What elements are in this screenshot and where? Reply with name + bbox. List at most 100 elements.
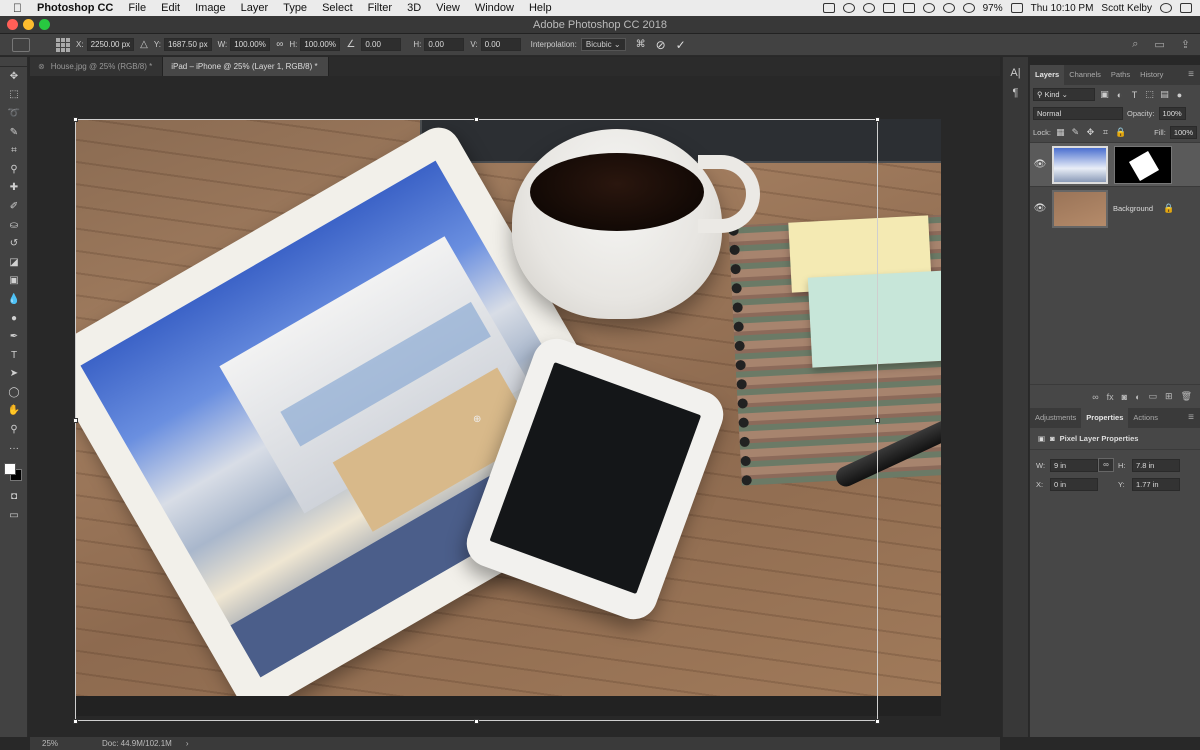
transform-handle[interactable] [73,418,78,423]
blend-mode-select[interactable]: Normal [1033,107,1123,120]
foreground-color[interactable] [4,463,16,476]
blur-tool-icon[interactable]: 💧 [0,290,28,309]
wifi-icon[interactable] [962,3,975,13]
commit-transform-icon[interactable]: ✓ [676,38,686,52]
transform-handle[interactable] [73,117,78,122]
reference-point-icon[interactable] [56,37,70,52]
brush-tool-icon[interactable]: ✐ [0,197,28,216]
battery-icon[interactable] [1010,3,1023,13]
clock[interactable]: Thu 10:10 PM [1031,3,1094,14]
layer-name[interactable]: Background [1113,204,1153,213]
gradient-tool-icon[interactable]: ▣ [0,272,28,291]
layer-row-background[interactable]: 👁 Background 🔒 [1030,186,1200,230]
filter-shape-icon[interactable]: ⬚ [1144,89,1155,100]
new-group-icon[interactable]: ▭ [1149,391,1158,402]
layer-thumbnail[interactable] [1052,189,1108,228]
battery-percent[interactable]: 97% [983,3,1003,14]
type-tool-icon[interactable]: T [0,346,28,365]
menu-app[interactable]: Photoshop CC [37,2,113,14]
apple-icon[interactable]:  [13,0,29,16]
filter-pixel-icon[interactable]: ▣ [1099,89,1110,100]
filter-type-icon[interactable]: T [1129,90,1140,100]
add-mask-icon[interactable]: ◙ [1122,392,1127,402]
opacity-field[interactable]: 100% [1158,107,1186,120]
transform-center-icon[interactable]: ⊕ [473,414,481,425]
tab-properties[interactable]: Properties [1081,408,1129,428]
screen-record-icon[interactable] [822,3,835,13]
history-brush-tool-icon[interactable]: ↺ [0,234,28,253]
status-menu-icon[interactable]: › [186,739,189,748]
zoom-tool-icon[interactable]: ⚲ [0,420,28,439]
canvas-area[interactable]: ⊕ [30,76,1000,737]
lock-all-icon[interactable]: 🔒 [1115,127,1126,138]
toolbar-grip[interactable] [0,57,27,67]
transform-handle[interactable] [73,719,78,724]
angle-field[interactable]: 0.00 [361,38,402,51]
transform-handle[interactable] [875,719,880,724]
props-y-field[interactable]: 1.77 in [1132,478,1180,491]
menu-file[interactable]: File [128,2,146,14]
link-icon[interactable]: ∞ [276,39,283,50]
adjustment-layer-icon[interactable]: ◐ [1135,392,1140,402]
layer-row-layer1[interactable]: 👁 [1030,142,1200,186]
tool-preset-icon[interactable] [12,37,30,52]
transform-handle[interactable] [474,117,479,122]
lock-transparent-icon[interactable]: ▦ [1055,127,1066,138]
visibility-eye-icon[interactable]: 👁 [1030,203,1050,214]
minimize-window-button[interactable] [23,19,34,30]
menu-help[interactable]: Help [529,2,552,14]
fx-icon[interactable]: fx [1107,392,1114,402]
layer-thumbnail[interactable] [1052,145,1108,184]
tab-channels[interactable]: Channels [1064,65,1106,85]
layer-lock-icon[interactable]: 🔒 [1163,203,1174,214]
tab-adjustments[interactable]: Adjustments [1030,408,1081,428]
tab-history[interactable]: History [1135,65,1168,85]
close-tab-icon[interactable]: ⊗ [38,62,45,71]
transform-handle[interactable] [875,418,880,423]
panel-menu-icon[interactable]: ≡ [1188,69,1194,80]
tab-ipad-iphone[interactable]: iPad – iPhone @ 25% (Layer 1, RGB/8) * [163,57,329,76]
width-field[interactable]: 100.00% [230,38,271,51]
lasso-tool-icon[interactable]: ➰ [0,104,28,123]
spotlight-icon[interactable] [1160,3,1172,13]
character-panel-icon[interactable]: A| [1003,63,1028,83]
menu-view[interactable]: View [436,2,460,14]
fill-field[interactable]: 100% [1169,126,1197,139]
h-skew-field[interactable]: 0.00 [424,38,465,51]
screen-mode-icon[interactable]: ▭ [0,506,28,525]
quick-select-tool-icon[interactable]: ✎ [0,123,28,142]
zoom-level[interactable]: 25% [42,739,92,748]
tab-paths[interactable]: Paths [1106,65,1135,85]
menu-select[interactable]: Select [322,2,353,14]
eyedropper-tool-icon[interactable]: ⚲ [0,160,28,179]
move-tool-icon[interactable]: ✥ [0,67,28,86]
cancel-transform-icon[interactable]: ⊘ [656,38,666,52]
filter-smart-icon[interactable]: ▤ [1159,89,1170,100]
height-field[interactable]: 100.00% [300,38,341,51]
props-height-field[interactable]: 7.8 in [1132,458,1180,472]
crop-tool-icon[interactable]: ⌗ [0,141,28,160]
hand-tool-icon[interactable]: ✋ [0,402,28,421]
color-swatches[interactable] [0,457,27,487]
warp-icon[interactable]: ⌘ [636,39,646,50]
path-select-tool-icon[interactable]: ➤ [0,365,28,384]
new-layer-icon[interactable]: ⊞ [1165,391,1173,402]
panel-menu-icon[interactable]: ≡ [1188,412,1194,423]
lock-artboard-icon[interactable]: ⌗ [1100,127,1111,138]
quick-mask-icon[interactable]: ◘ [0,487,28,506]
layer-mask-thumbnail[interactable] [1114,145,1172,184]
y-field[interactable]: 1687.50 px [163,38,212,51]
close-window-button[interactable] [7,19,18,30]
mask-icon[interactable]: ◙ [1050,434,1055,443]
tab-actions[interactable]: Actions [1128,408,1163,428]
notification-center-icon[interactable] [1180,3,1192,13]
filter-kind-select[interactable]: ⚲ Kind ⌄ [1033,88,1095,101]
transform-handle[interactable] [875,117,880,122]
dodge-tool-icon[interactable]: ● [0,309,28,328]
menu-edit[interactable]: Edit [161,2,180,14]
transform-handle[interactable] [474,719,479,724]
shape-tool-icon[interactable]: ◯ [0,383,28,402]
filter-adjust-icon[interactable]: ◐ [1114,90,1125,100]
healing-tool-icon[interactable]: ✚ [0,179,28,198]
bluetooth-icon[interactable] [942,3,955,13]
